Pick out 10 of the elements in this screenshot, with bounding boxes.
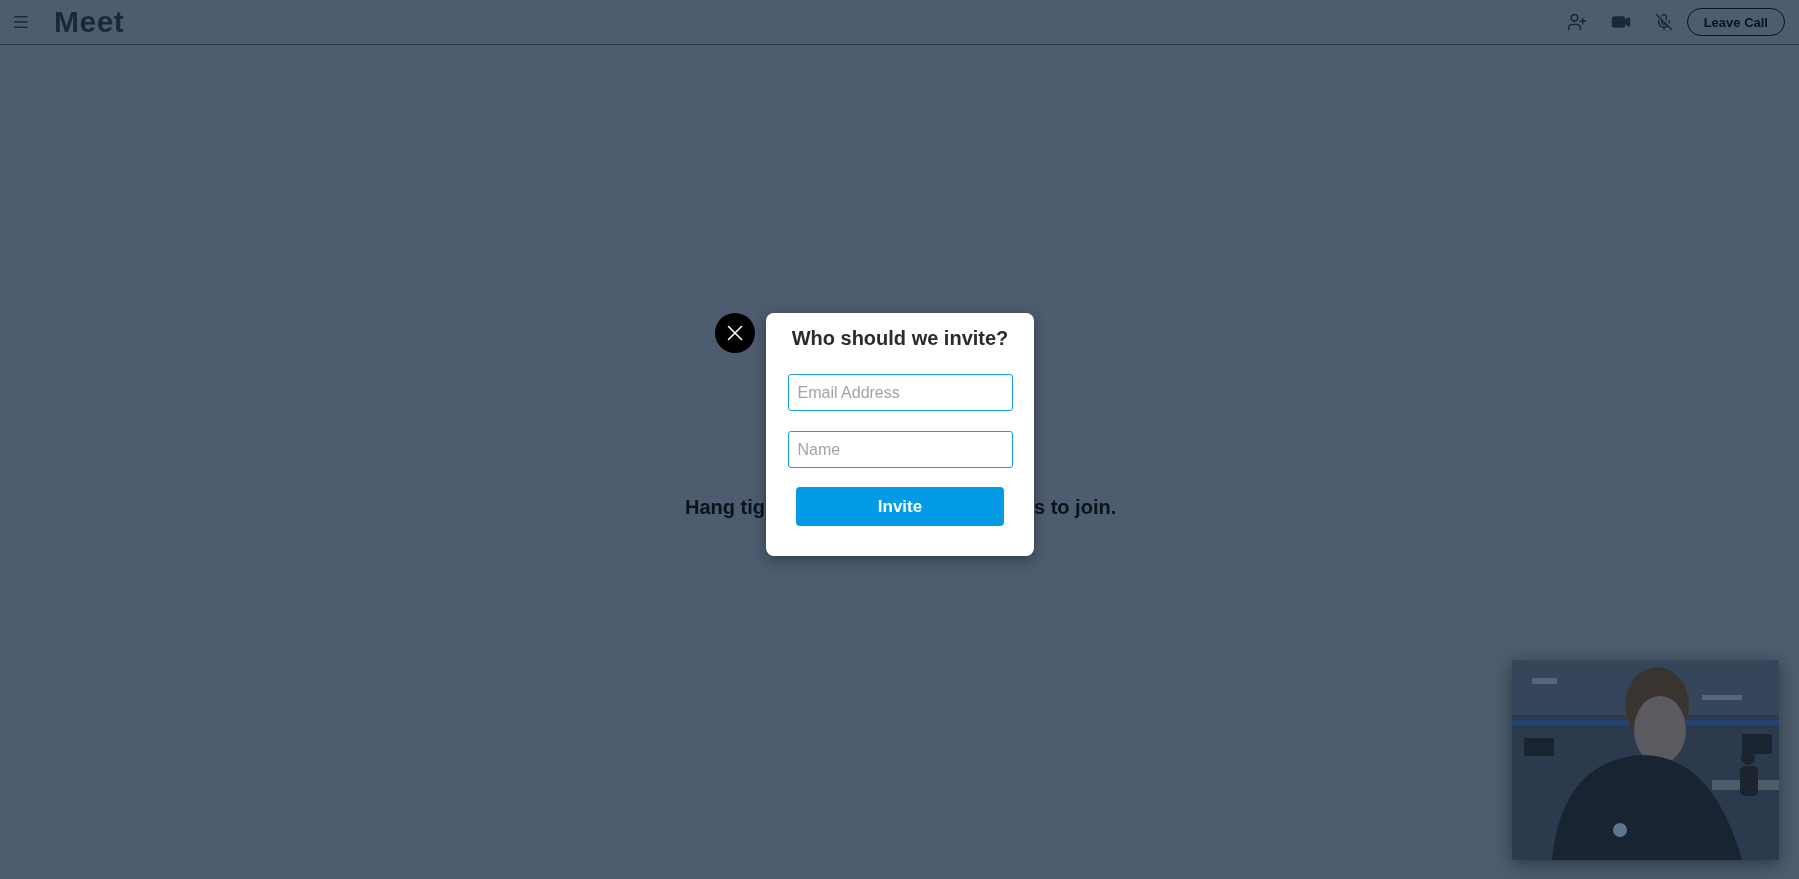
input-field[interactable]: Email Address: [787, 374, 1013, 411]
dialog-title: Who should we invite?: [791, 327, 1009, 350]
input-field[interactable]: Name: [787, 431, 1013, 468]
close-button[interactable]: [715, 313, 755, 353]
invite-button[interactable]: Invite: [796, 487, 1004, 526]
status-message: s to join.: [1034, 496, 1117, 519]
status-message: Hang tig: [685, 496, 765, 519]
add-person-icon[interactable]: [1566, 12, 1587, 32]
microphone-off-icon[interactable]: [1654, 13, 1673, 31]
menu-icon[interactable]: [12, 13, 30, 31]
